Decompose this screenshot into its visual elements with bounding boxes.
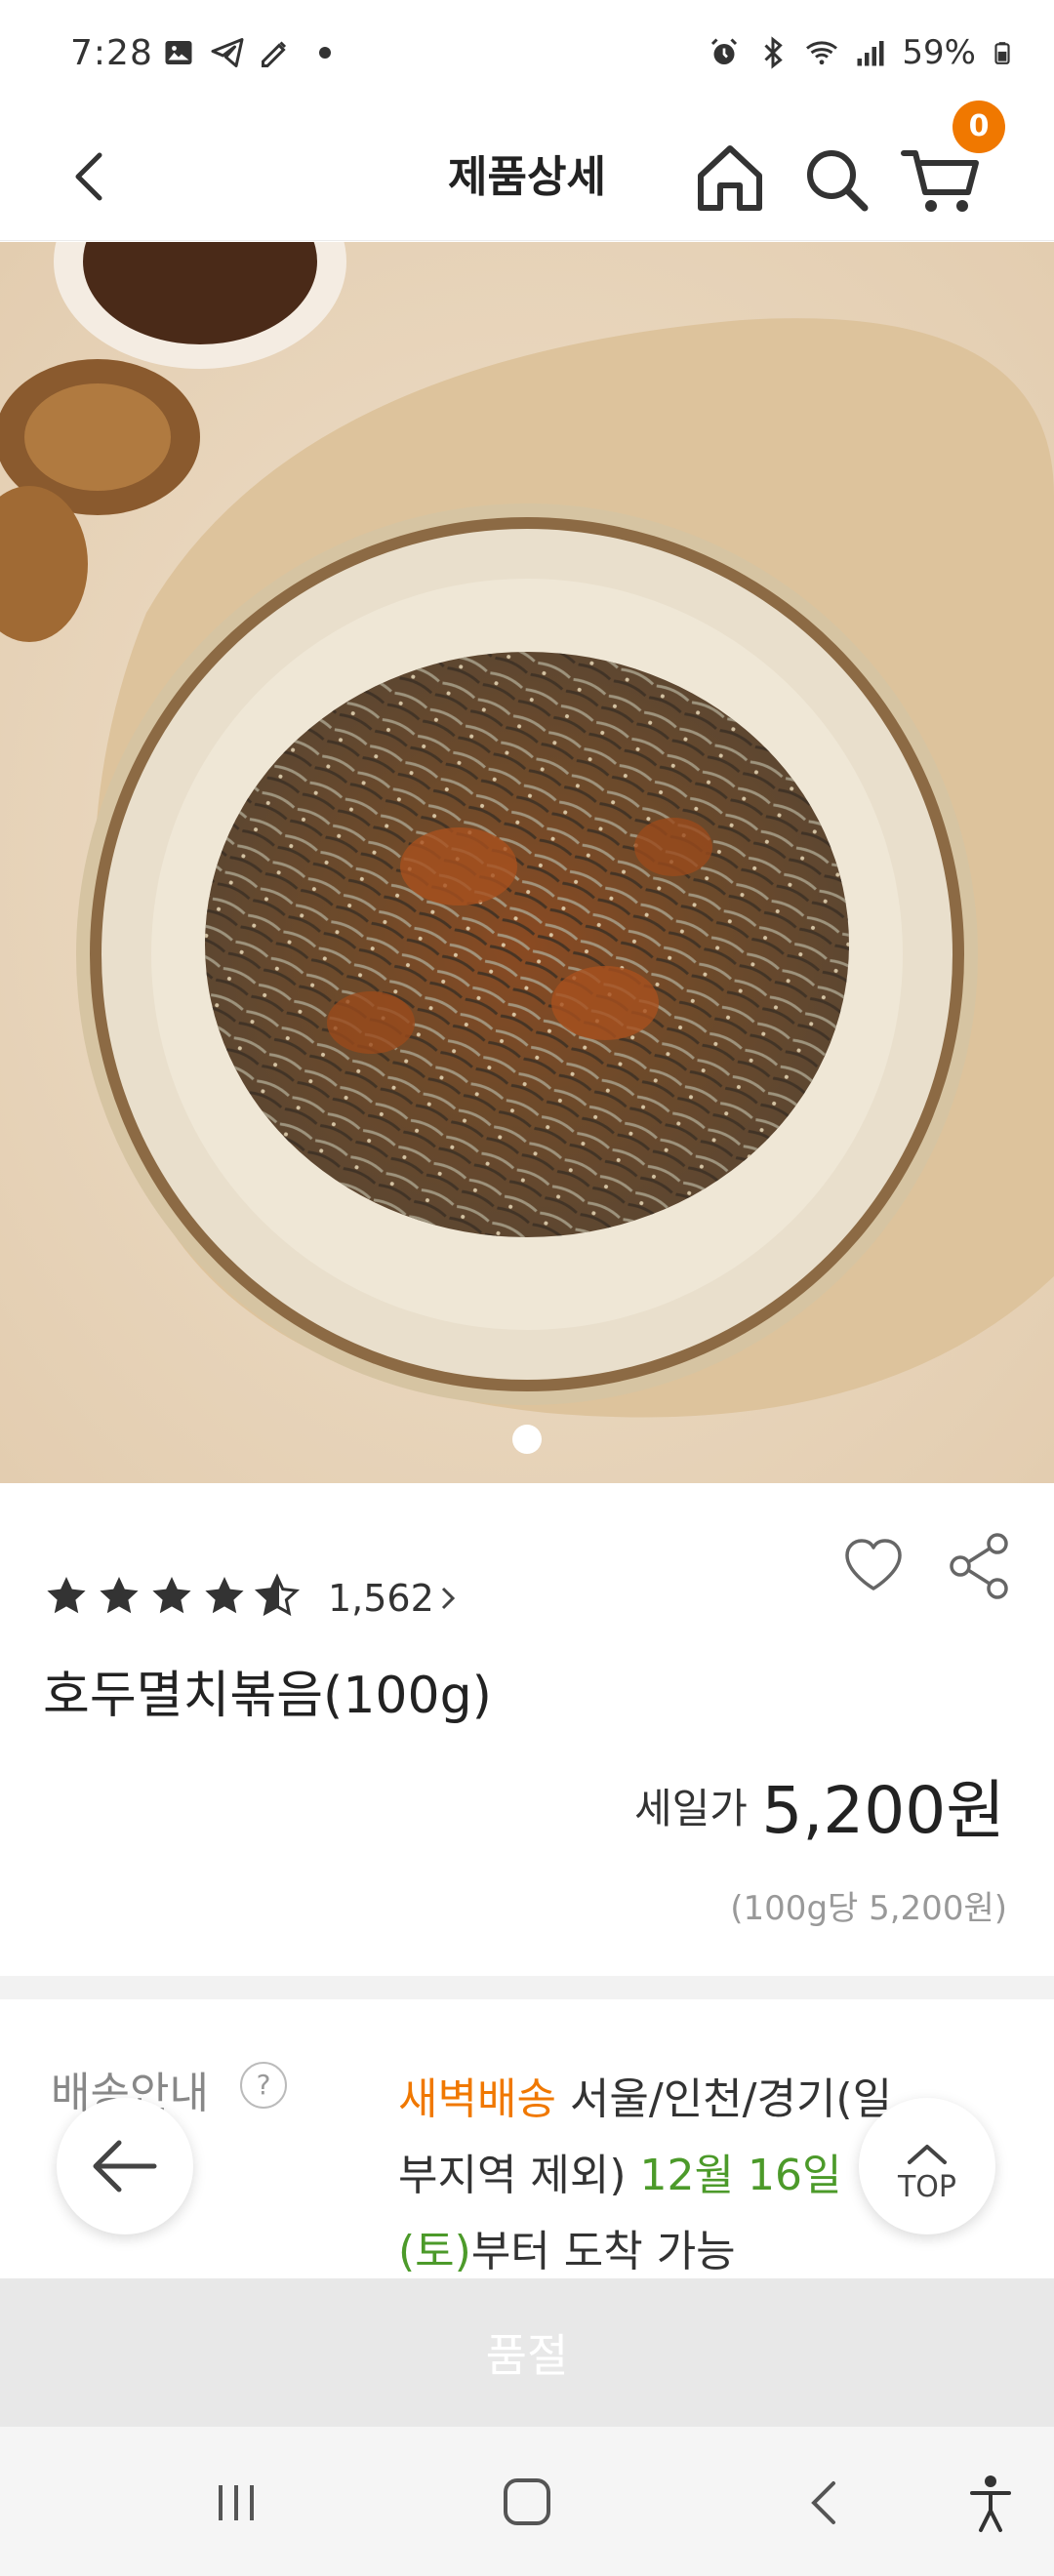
system-indicators: 59% xyxy=(707,33,1015,72)
telegram-icon xyxy=(211,38,244,67)
dot-icon xyxy=(319,47,331,59)
sale-price: 5,200원 xyxy=(761,1773,1005,1848)
rating-stars xyxy=(43,1573,301,1620)
share-icon[interactable] xyxy=(945,1530,1013,1602)
star-icon xyxy=(205,1577,244,1614)
system-nav-bar xyxy=(0,2427,1054,2576)
product-image[interactable] xyxy=(0,242,1054,1483)
status-time: 7:28 xyxy=(70,33,153,73)
battery-icon xyxy=(994,42,1010,64)
chevron-right-icon[interactable] xyxy=(437,1579,461,1618)
price-label: 세일가 xyxy=(634,1785,748,1832)
star-icon xyxy=(100,1577,139,1614)
section-divider xyxy=(0,1976,1054,1999)
edit-note-icon xyxy=(262,41,287,67)
delivery-suffix: 부터 도착 가능 xyxy=(470,2227,736,2276)
carousel-indicator[interactable] xyxy=(512,1425,542,1454)
wifi-icon xyxy=(806,41,838,65)
recent-apps-icon[interactable] xyxy=(207,2474,265,2532)
bluetooth-icon xyxy=(764,36,784,69)
product-photo xyxy=(0,242,1054,1483)
delivery-type: 새벽배송 xyxy=(398,2074,556,2124)
app-header: 제품상세 xyxy=(0,112,1054,241)
search-icon[interactable] xyxy=(798,134,876,221)
home-nav-icon[interactable] xyxy=(498,2471,556,2533)
back-arrow-icon[interactable] xyxy=(59,138,127,216)
page-title: 제품상세 xyxy=(448,152,606,202)
gallery-icon xyxy=(165,41,192,64)
alarm-icon xyxy=(711,38,738,64)
back-nav-icon[interactable] xyxy=(800,2472,849,2534)
unit-price: (100g당 5,200원) xyxy=(730,1889,1007,1928)
notification-icons xyxy=(161,35,343,70)
soldout-label: 품절 xyxy=(485,2329,569,2382)
product-info: 1,562 호두멸치볶음(100g) 세일가 5,200원 (100g당 5,2… xyxy=(0,1483,1054,1976)
review-count[interactable]: 1,562 xyxy=(328,1577,434,1620)
product-name: 호두멸치볶음(100g) xyxy=(43,1667,492,1725)
scroll-top-button[interactable]: TOP xyxy=(859,2098,995,2234)
home-icon[interactable] xyxy=(691,132,769,220)
signal-icon xyxy=(857,41,884,66)
delivery-text: 새벽배송 서울/인천/경기(일부지역 제외) 12월 16일 (토)부터 도착 … xyxy=(398,2062,925,2282)
help-icon[interactable]: ? xyxy=(240,2062,287,2109)
battery-percent: 59% xyxy=(902,33,976,72)
heart-icon[interactable] xyxy=(839,1532,908,1600)
chevron-up-icon xyxy=(908,2145,947,2164)
soldout-button[interactable]: 품절 xyxy=(0,2278,1054,2427)
star-half-icon xyxy=(254,1573,301,1617)
floating-back-button[interactable] xyxy=(57,2098,193,2234)
status-bar: 7:28 59% xyxy=(0,0,1054,112)
accessibility-icon[interactable] xyxy=(966,2470,1015,2538)
top-label: TOP xyxy=(897,2170,957,2204)
arrow-left-icon xyxy=(93,2140,157,2193)
star-icon xyxy=(47,1577,86,1614)
star-icon xyxy=(152,1577,191,1614)
cart-count-badge: 0 xyxy=(953,101,1005,153)
